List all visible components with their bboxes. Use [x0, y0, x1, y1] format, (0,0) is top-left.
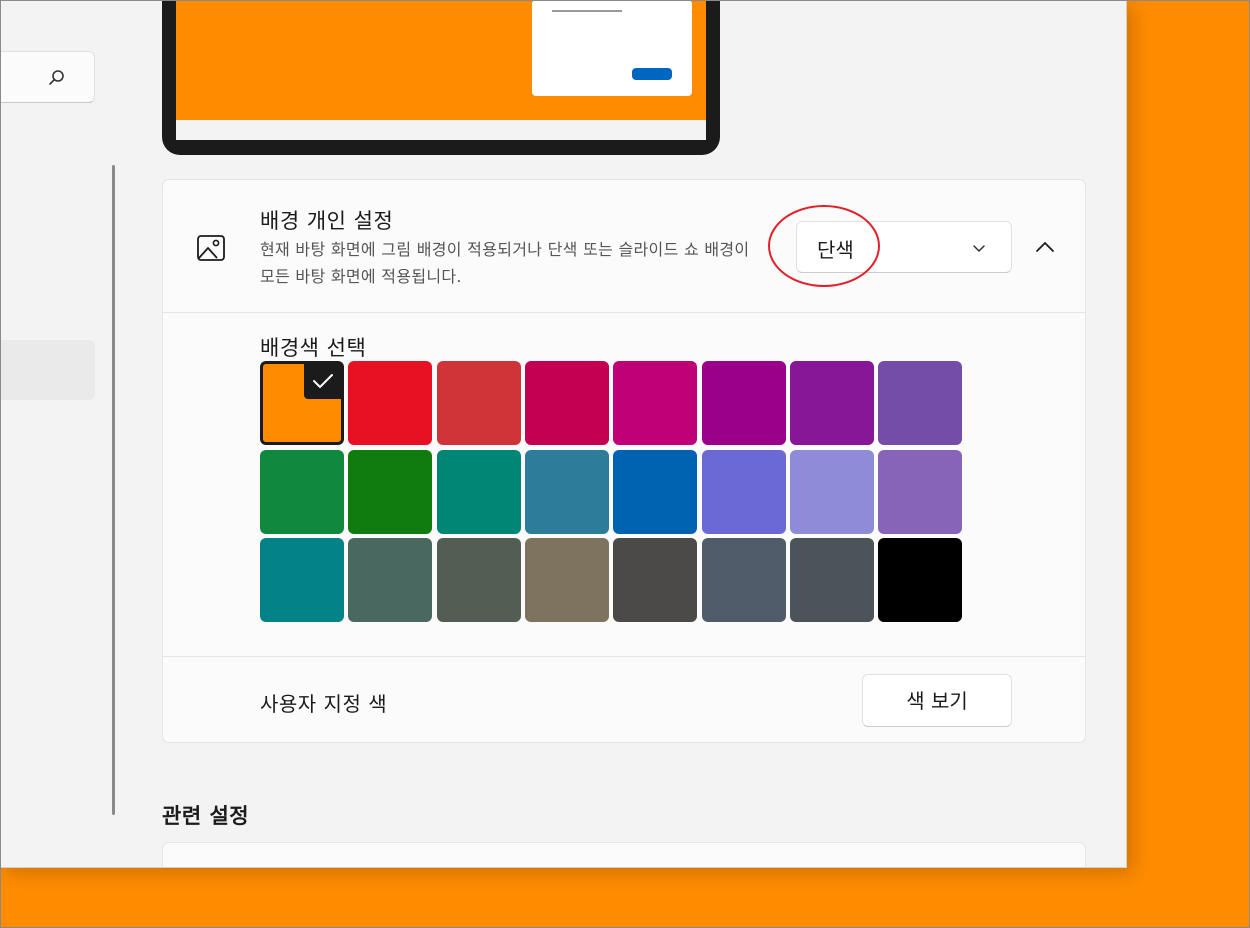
- desktop-preview: [162, 0, 720, 155]
- preview-window-line: [552, 10, 622, 12]
- custom-color-label: 사용자 지정 색: [260, 692, 388, 716]
- search-icon[interactable]: [47, 68, 67, 88]
- color-swatch[interactable]: [878, 450, 962, 534]
- color-swatch[interactable]: [260, 538, 344, 622]
- color-swatch[interactable]: [790, 538, 874, 622]
- related-settings-card[interactable]: [162, 842, 1086, 867]
- background-description: 현재 바탕 화면에 그림 배경이 적용되거나 단색 또는 슬라이드 쇼 배경이 …: [260, 240, 750, 286]
- preview-window: [532, 0, 692, 96]
- background-header[interactable]: 배경 개인 설정 현재 바탕 화면에 그림 배경이 적용되거나 단색 또는 슬라…: [163, 180, 1085, 313]
- color-swatch[interactable]: [348, 450, 432, 534]
- color-swatch[interactable]: [702, 450, 786, 534]
- color-swatch[interactable]: [702, 538, 786, 622]
- related-settings-title: 관련 설정: [162, 804, 250, 828]
- color-swatch[interactable]: [348, 361, 432, 445]
- divider: [163, 656, 1085, 657]
- sidebar-item-personalization[interactable]: [0, 340, 95, 400]
- preview-wallpaper: [176, 0, 706, 120]
- background-color-title: 배경색 선택: [260, 336, 367, 360]
- color-swatch[interactable]: [260, 361, 344, 445]
- checkmark-icon: [304, 363, 342, 399]
- preview-taskbar: [176, 120, 706, 140]
- background-title: 배경 개인 설정: [260, 209, 394, 233]
- chevron-down-icon: [973, 245, 985, 252]
- color-swatch[interactable]: [790, 450, 874, 534]
- color-swatch[interactable]: [525, 450, 609, 534]
- color-swatch[interactable]: [260, 450, 344, 534]
- color-swatch[interactable]: [613, 361, 697, 445]
- nav-scrollbar[interactable]: [112, 165, 115, 815]
- preview-window-button: [632, 68, 672, 80]
- color-swatch[interactable]: [437, 361, 521, 445]
- color-swatch[interactable]: [437, 450, 521, 534]
- color-swatch[interactable]: [878, 538, 962, 622]
- color-swatch-grid: [260, 361, 963, 622]
- color-swatch[interactable]: [790, 361, 874, 445]
- color-swatch[interactable]: [348, 538, 432, 622]
- color-swatch[interactable]: [437, 538, 521, 622]
- chevron-up-icon[interactable]: [1033, 235, 1057, 259]
- background-card: 배경 개인 설정 현재 바탕 화면에 그림 배경이 적용되거나 단색 또는 슬라…: [162, 179, 1086, 743]
- color-swatch[interactable]: [525, 538, 609, 622]
- picture-icon: [197, 235, 225, 261]
- color-swatch[interactable]: [702, 361, 786, 445]
- search-input[interactable]: [0, 51, 95, 103]
- color-swatch[interactable]: [613, 538, 697, 622]
- color-swatch[interactable]: [878, 361, 962, 445]
- color-swatch[interactable]: [525, 361, 609, 445]
- highlight-annotation: [768, 205, 880, 287]
- settings-window: 배경 개인 설정 현재 바탕 화면에 그림 배경이 적용되거나 단색 또는 슬라…: [0, 0, 1127, 868]
- color-swatch[interactable]: [613, 450, 697, 534]
- view-colors-button[interactable]: 색 보기: [862, 674, 1012, 727]
